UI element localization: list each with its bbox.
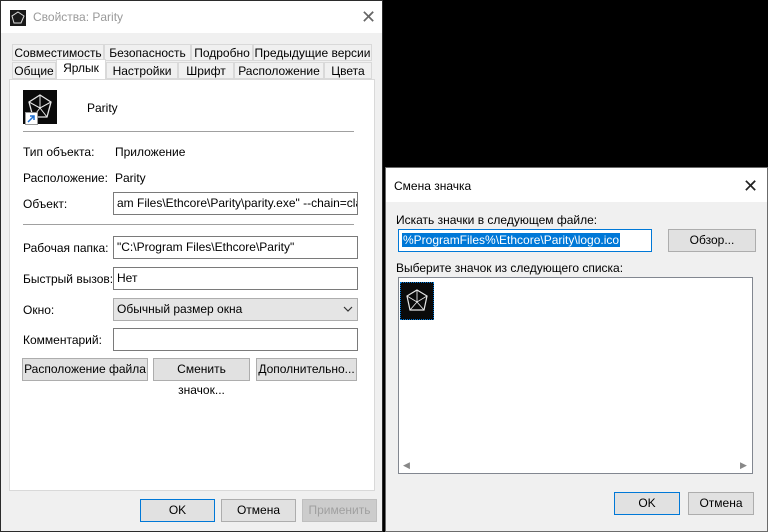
divider [23,131,354,132]
window-select-value: Обычный размер окна [117,302,243,316]
tab-shortcut[interactable]: Ярлык [56,59,106,79]
change-icon-dialog: Смена значка ✕ Искать значки в следующем… [385,167,768,532]
properties-titlebar: Свойства: Parity ✕ [1,1,382,33]
icon-path-value: %ProgramFiles%\Ethcore\Parity\logo.ico [402,233,621,247]
tab-details[interactable]: Подробно [191,44,253,61]
change-icon-titlebar: Смена значка ✕ [386,168,767,202]
shortcut-arrow-icon [25,112,38,125]
tab-colors[interactable]: Цвета [324,62,372,79]
chevron-down-icon [343,299,353,320]
hotkey-field[interactable]: Нет [113,267,358,290]
location-value: Parity [115,171,146,185]
close-icon[interactable]: ✕ [743,177,758,195]
window-title: Свойства: Parity [33,10,124,24]
properties-window: Свойства: Parity ✕ Совместимость Безопас… [0,0,383,532]
close-icon[interactable]: ✕ [361,8,376,26]
comment-label: Комментарий: [23,333,102,347]
icon-list[interactable]: ◀ ▶ [398,277,753,474]
browse-button[interactable]: Обзор... [668,229,756,252]
hotkey-label: Быстрый вызов: [23,272,114,286]
scroll-left-icon[interactable]: ◀ [403,460,410,471]
target-field[interactable]: am Files\Ethcore\Parity\parity.exe" --ch… [113,192,358,215]
window-label: Окно: [23,303,55,317]
window-select[interactable]: Обычный размер окна [113,298,358,321]
advanced-button[interactable]: Дополнительно... [256,358,357,381]
type-label: Тип объекта: [23,145,95,159]
tab-general[interactable]: Общие [12,62,56,79]
tab-previous-versions[interactable]: Предыдущие версии [253,44,372,61]
dialog-title: Смена значка [394,179,472,193]
scroll-right-icon[interactable]: ▶ [740,460,747,471]
location-label: Расположение: [23,171,108,185]
comment-field[interactable] [113,328,358,351]
parity-app-icon [10,10,26,26]
target-label: Объект: [23,197,68,211]
parity-logo-icon[interactable] [400,282,434,320]
workdir-label: Рабочая папка: [23,241,109,255]
tab-layout[interactable]: Расположение [234,62,324,79]
app-name: Parity [87,101,118,115]
tab-font[interactable]: Шрифт [178,62,234,79]
search-file-label: Искать значки в следующем файле: [396,213,598,227]
ok-button[interactable]: OK [614,492,680,515]
apply-button[interactable]: Применить [302,499,377,522]
tab-options[interactable]: Настройки [106,62,178,79]
icon-list-label: Выберите значок из следующего списка: [396,261,624,275]
workdir-field[interactable]: "C:\Program Files\Ethcore\Parity" [113,236,358,259]
cancel-button[interactable]: Отмена [688,492,754,515]
type-value: Приложение [115,145,186,159]
ok-button[interactable]: OK [140,499,215,522]
change-icon-button[interactable]: Сменить значок... [153,358,250,397]
divider [23,224,354,225]
tab-security[interactable]: Безопасность [104,44,191,61]
icon-path-input[interactable]: %ProgramFiles%\Ethcore\Parity\logo.ico [398,229,652,252]
open-file-location-button[interactable]: Расположение файла [22,358,148,381]
cancel-button[interactable]: Отмена [221,499,296,522]
